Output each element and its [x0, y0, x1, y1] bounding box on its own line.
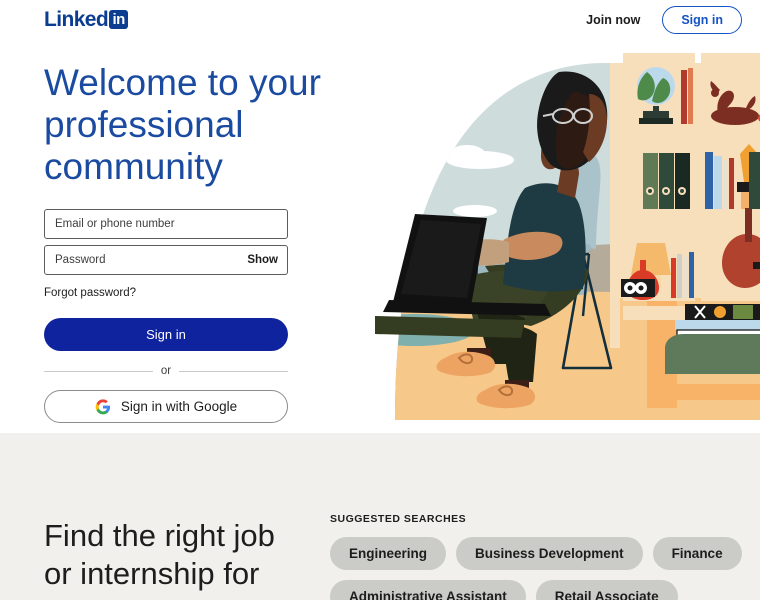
suggested-searches-pills: Engineering Business Development Finance…	[330, 537, 760, 600]
linkedin-login-page: Linked in Join now Sign in Welcome to you…	[0, 0, 760, 600]
email-field-wrapper[interactable]	[44, 209, 288, 239]
google-icon	[95, 398, 110, 414]
sign-in-with-google-button[interactable]: Sign in with Google	[44, 390, 288, 423]
suggested-searches-label: SUGGESTED SEARCHES	[330, 513, 467, 525]
hero-headline: Welcome to your professional community	[44, 62, 321, 187]
divider-line-left	[44, 370, 153, 372]
show-password-button[interactable]: Show	[247, 254, 278, 266]
logo-wordmark: Linked	[44, 8, 109, 31]
site-header: Linked in Join now Sign in	[0, 0, 760, 44]
hero-section: Linked in Join now Sign in Welcome to you…	[0, 0, 760, 433]
jobs-section: Find the right job or internship for SUG…	[0, 433, 760, 600]
email-input[interactable]	[45, 210, 287, 238]
suggested-pill-finance[interactable]: Finance	[652, 537, 742, 570]
hero-illustration	[375, 48, 760, 420]
forgot-password-link[interactable]: Forgot password?	[44, 287, 136, 299]
suggested-pill-business-development[interactable]: Business Development	[456, 537, 643, 570]
divider-line-right	[179, 370, 289, 372]
sign-in-submit-button[interactable]: Sign in	[44, 318, 288, 351]
suggested-pill-engineering[interactable]: Engineering	[330, 537, 447, 570]
divider-label: or	[160, 365, 172, 377]
suggested-pill-retail-associate[interactable]: Retail Associate	[535, 580, 678, 600]
header-sign-in-button[interactable]: Sign in	[662, 6, 742, 34]
sign-in-form: Show Forgot password? Sign in or Sign in…	[44, 209, 289, 423]
suggested-searches: SUGGESTED SEARCHES Engineering Business …	[330, 513, 760, 600]
google-button-label: Sign in with Google	[120, 399, 238, 414]
jobs-title: Find the right job or internship for	[44, 518, 275, 591]
join-now-button[interactable]: Join now	[578, 7, 648, 33]
linkedin-logo[interactable]: Linked in	[44, 8, 129, 31]
header-actions: Join now Sign in	[578, 6, 742, 34]
password-field-wrapper[interactable]: Show	[44, 245, 288, 275]
suggested-pill-administrative-assistant[interactable]: Administrative Assistant	[330, 580, 526, 600]
or-divider: or	[44, 365, 289, 377]
logo-in-badge: in	[109, 10, 129, 29]
